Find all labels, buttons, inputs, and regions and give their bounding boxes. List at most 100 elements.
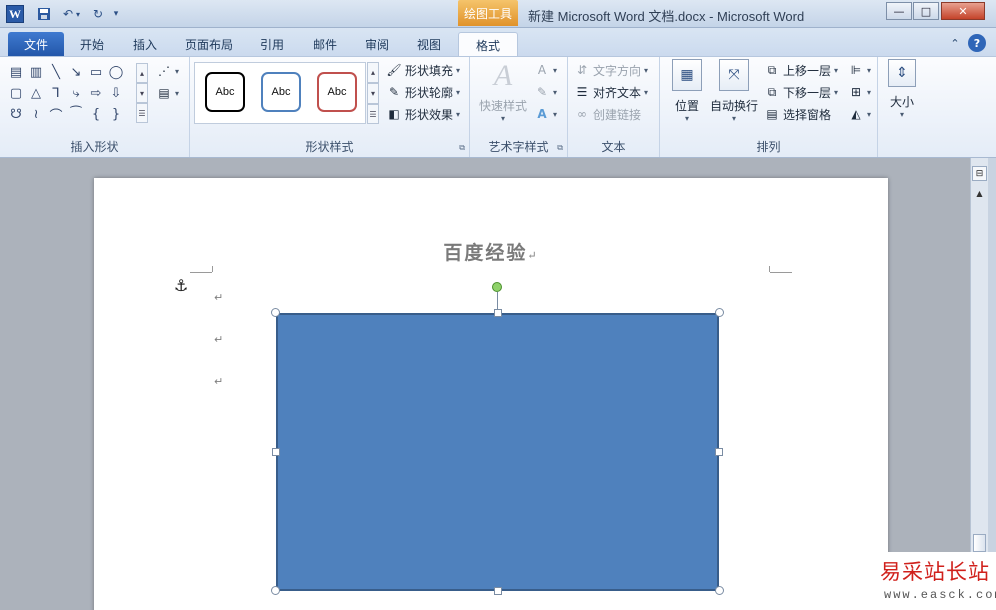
tab-format[interactable]: 格式 <box>458 32 518 57</box>
shape-styles-launcher-icon[interactable]: ⧉ <box>459 143 465 153</box>
selection-pane-button[interactable]: ▤ 选择窗格 <box>764 104 831 124</box>
send-backward-button[interactable]: ⧉ 下移一层 ▾ <box>764 82 838 102</box>
rotate-icon: ◭ <box>851 107 861 121</box>
right-arrow-icon[interactable]: ⇨ <box>86 83 106 104</box>
rounded-rectangle-icon[interactable]: ▢ <box>6 83 26 104</box>
document-page[interactable]: 百度经验↵ ⚓ ↵ ↵ ↵ <box>94 178 888 610</box>
tab-file[interactable]: 文件 <box>8 32 64 56</box>
tab-mailings[interactable]: 邮件 <box>305 32 345 56</box>
vertical-scrollbar[interactable]: ⊟ ▲ <box>970 158 988 610</box>
right-brace-icon[interactable]: } <box>106 104 126 125</box>
rotate-button[interactable]: ◭ ▾ <box>848 104 871 124</box>
resize-handle-left[interactable] <box>272 448 280 456</box>
send-backward-icon: ⧉ <box>767 84 777 99</box>
style-sample-red[interactable]: Abc <box>317 72 357 112</box>
left-brace-icon[interactable]: { <box>86 104 106 125</box>
style-gallery-down-icon[interactable]: ▾ <box>367 83 379 104</box>
text-fill-button[interactable]: A ▾ <box>534 60 557 80</box>
resize-handle-bottom[interactable] <box>494 587 502 595</box>
document-heading[interactable]: 百度经验↵ <box>94 238 888 265</box>
align-text-label: 对齐文本 <box>593 85 642 100</box>
shape-fill-label: 形状填充 <box>405 63 454 78</box>
margin-marker-right-v <box>769 266 770 272</box>
group-wordart-styles: A 快速样式 ▾ A ▾ ✎ ▾ A ▾ 艺术字样式 ⧉ <box>470 57 568 157</box>
wrap-text-button[interactable]: ⤧ 自动换行 ▾ <box>706 59 762 123</box>
vertical-textbox-icon[interactable]: ▥ <box>26 62 46 83</box>
triangle-icon[interactable]: △ <box>26 83 46 104</box>
scroll-thumb[interactable] <box>973 534 986 552</box>
tab-page-layout[interactable]: 页面布局 <box>178 32 240 56</box>
size-button[interactable]: ⇕ 大小 ▾ <box>875 59 929 119</box>
edit-shape-button[interactable]: ⋰ ▾ <box>156 61 179 81</box>
down-arrow-icon[interactable]: ⇩ <box>106 83 126 104</box>
save-icon[interactable] <box>34 4 54 24</box>
margin-marker-left-v <box>212 266 213 272</box>
elbow-connector-icon[interactable]: ⅂ <box>46 83 66 104</box>
freeform-icon[interactable]: ☋ <box>6 104 26 125</box>
group-objects-icon: ⊞ <box>850 85 862 99</box>
shape-gallery-down-icon[interactable]: ▾ <box>136 83 148 103</box>
scribble-icon[interactable]: ≀ <box>26 104 46 125</box>
minimize-button[interactable]: — <box>886 2 912 20</box>
resize-handle-top-left[interactable] <box>271 308 280 317</box>
style-sample-blue[interactable]: Abc <box>261 72 301 112</box>
anchor-icon[interactable]: ⚓ <box>174 276 188 295</box>
create-link-label: 创建链接 <box>593 107 642 122</box>
text-direction-icon: ⇵ <box>576 63 588 77</box>
resize-handle-bottom-right[interactable] <box>715 586 724 595</box>
align-text-button[interactable]: ☰ 对齐文本 ▾ <box>574 82 648 102</box>
line-icon[interactable]: ╲ <box>46 62 66 83</box>
text-direction-button[interactable]: ⇵ 文字方向 ▾ <box>574 60 648 80</box>
shape-gallery-up-icon[interactable]: ▴ <box>136 63 148 83</box>
oval-icon[interactable]: ◯ <box>106 62 126 83</box>
group-button[interactable]: ⊞ ▾ <box>848 82 871 102</box>
shape-fill-button[interactable]: 🖌 形状填充 ▾ <box>386 60 460 80</box>
text-effects-button[interactable]: A ▾ <box>534 104 557 124</box>
undo-dropdown-icon[interactable]: ▾ <box>73 4 83 24</box>
elbow-arrow-connector-icon[interactable]: ⤷ <box>66 83 86 104</box>
bring-forward-icon: ⧉ <box>767 62 777 77</box>
bring-forward-button[interactable]: ⧉ 上移一层 ▾ <box>764 60 838 80</box>
quick-styles-label: 快速样式 <box>478 99 527 113</box>
window-right-edge <box>988 158 996 610</box>
close-button[interactable]: ✕ <box>941 2 985 20</box>
wrap-text-icon: ⤧ <box>719 59 749 91</box>
arc-icon[interactable]: ⁀ <box>66 104 86 125</box>
tab-view[interactable]: 视图 <box>409 32 449 56</box>
create-link-button[interactable]: ∞ 创建链接 <box>574 104 641 124</box>
resize-handle-top[interactable] <box>494 309 502 317</box>
quick-styles-button[interactable]: A 快速样式 ▾ <box>474 59 532 123</box>
help-icon[interactable]: ? <box>968 34 986 52</box>
align-button[interactable]: ⊫ ▾ <box>848 60 871 80</box>
redo-icon[interactable]: ↻ <box>88 4 108 24</box>
shape-gallery-more-icon[interactable]: ☰ <box>136 103 148 123</box>
tab-home[interactable]: 开始 <box>72 32 112 56</box>
wordart-launcher-icon[interactable]: ⧉ <box>557 143 563 153</box>
word-app-icon[interactable]: W <box>6 5 24 23</box>
tab-references[interactable]: 引用 <box>252 32 292 56</box>
scroll-up-icon[interactable]: ▲ <box>971 186 988 200</box>
ruler-toggle-icon[interactable]: ⊟ <box>972 166 987 181</box>
rectangle-icon[interactable]: ▭ <box>86 62 106 83</box>
text-fill-icon: A <box>537 63 547 77</box>
tab-review[interactable]: 审阅 <box>357 32 397 56</box>
maximize-button[interactable]: □ <box>913 2 939 20</box>
arrow-line-icon[interactable]: ↘ <box>66 62 86 83</box>
tab-insert[interactable]: 插入 <box>125 32 165 56</box>
draw-textbox-button[interactable]: ▤ ▾ <box>156 83 179 103</box>
curve-icon[interactable]: ⌒ <box>46 104 66 125</box>
resize-handle-right[interactable] <box>715 448 723 456</box>
style-gallery-up-icon[interactable]: ▴ <box>367 62 379 83</box>
selected-rectangle-shape[interactable] <box>276 313 719 591</box>
resize-handle-bottom-left[interactable] <box>271 586 280 595</box>
textbox-icon[interactable]: ▤ <box>6 62 26 83</box>
customize-qat-icon[interactable]: ▾ <box>110 4 122 24</box>
rotate-handle[interactable] <box>492 282 502 292</box>
minimize-ribbon-icon[interactable]: ⌃ <box>946 34 964 52</box>
text-outline-button[interactable]: ✎ ▾ <box>534 82 557 102</box>
shape-effects-button[interactable]: ◧ 形状效果 ▾ <box>386 104 460 124</box>
style-sample-black[interactable]: Abc <box>205 72 245 112</box>
style-gallery-more-icon[interactable]: ☰ <box>367 104 379 124</box>
resize-handle-top-right[interactable] <box>715 308 724 317</box>
shape-outline-button[interactable]: ✎ 形状轮廓 ▾ <box>386 82 460 102</box>
